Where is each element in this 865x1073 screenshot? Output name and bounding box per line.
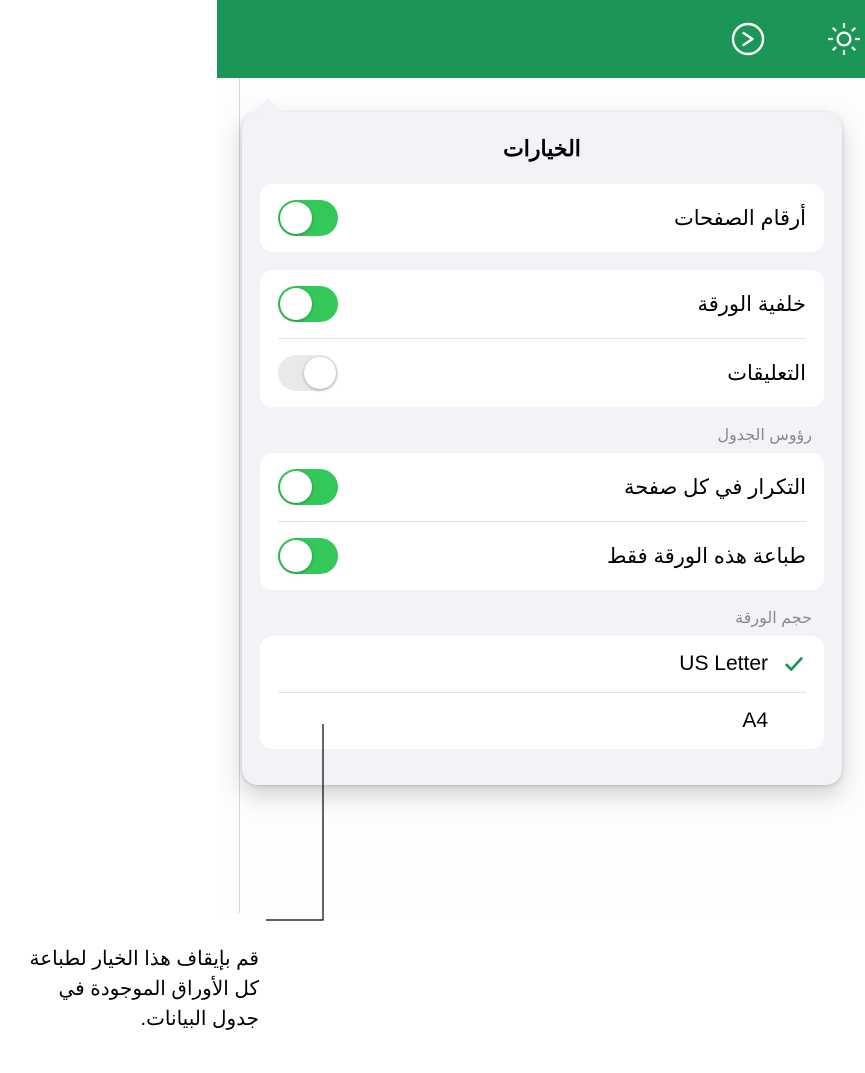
callout-leader — [0, 0, 865, 1073]
callout-text: قم بإيقاف هذا الخيار لطباعة كل الأوراق ا… — [7, 944, 259, 1034]
stage: { "popover": { "title": "الخيارات", "gro… — [0, 0, 865, 1073]
